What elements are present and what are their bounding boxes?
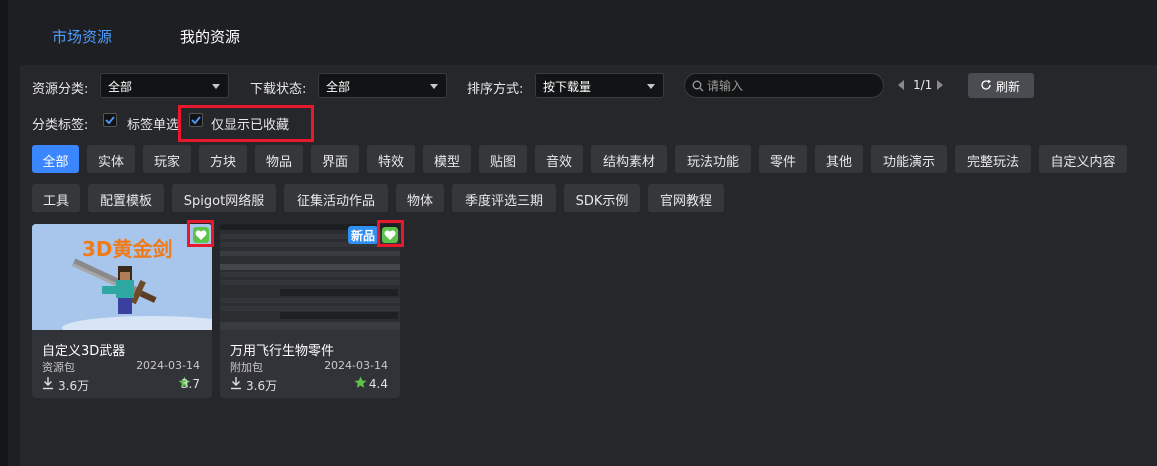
tag-chip[interactable]: 特效 [367, 145, 415, 173]
new-badge: 新品 [348, 226, 378, 244]
chevron-down-icon [212, 84, 220, 89]
tag-chip[interactable]: Spigot网络服 [172, 184, 276, 212]
download-status-label: 下载状态: [250, 82, 307, 97]
category-filter-label: 资源分类: [32, 82, 89, 97]
tag-chip[interactable]: 物体 [396, 184, 444, 212]
card-title: 万用飞行生物零件 [230, 344, 335, 359]
refresh-button[interactable]: 刷新 [968, 73, 1034, 98]
card-date: 2024-03-14 [136, 359, 200, 372]
highlight-box [187, 220, 214, 247]
download-status-select[interactable]: 全部 [318, 73, 447, 98]
page-indicator: 1/1 [913, 78, 933, 92]
chevron-down-icon [647, 84, 655, 89]
refresh-button-label: 刷新 [996, 80, 1021, 94]
card-rating: 3.7 [180, 377, 200, 391]
download-icon [43, 377, 53, 390]
tag-chip[interactable]: 自定义内容 [1039, 145, 1127, 173]
card-downloads: 3.6万 [58, 379, 90, 393]
prev-page-icon[interactable] [898, 80, 904, 90]
resource-card[interactable]: 万用飞行生物零件 附加包 2024-03-14 3.6万 4.4 [220, 224, 400, 398]
tag-chip[interactable]: 实体 [87, 145, 135, 173]
tab-market-resources[interactable]: 市场资源 [52, 26, 112, 47]
search-input[interactable] [707, 78, 877, 94]
tag-chip[interactable]: 完整玩法 [955, 145, 1031, 173]
card-downloads: 3.6万 [246, 379, 278, 393]
tag-chip[interactable]: 季度评选三期 [452, 184, 556, 212]
tag-chip[interactable]: 其他 [815, 145, 863, 173]
tag-chip[interactable]: 物品 [255, 145, 303, 173]
tag-chip[interactable]: 模型 [423, 145, 471, 173]
tag-chip[interactable]: 工具 [32, 184, 80, 212]
tag-chip[interactable]: 玩家 [143, 145, 191, 173]
tag-chip[interactable]: 界面 [311, 145, 359, 173]
card-type: 附加包 [230, 361, 263, 374]
resource-card[interactable]: 3D黄金剑 自定义3D武器 资源包 2024-03-14 3.6万 3.7 [32, 224, 212, 398]
sort-select-value: 按下载量 [543, 80, 592, 94]
tags-label: 分类标签: [32, 118, 89, 133]
card-rating: 4.4 [368, 377, 388, 391]
tag-chip[interactable]: 音效 [535, 145, 583, 173]
card-date: 2024-03-14 [324, 359, 388, 372]
card-type: 资源包 [42, 361, 75, 374]
tag-chip[interactable]: 官网教程 [648, 184, 724, 212]
tab-my-resources[interactable]: 我的资源 [180, 26, 240, 47]
sort-select[interactable]: 按下载量 [535, 73, 664, 98]
category-select[interactable]: 全部 [100, 73, 229, 98]
single-select-checkbox[interactable] [103, 113, 117, 127]
star-icon [354, 376, 367, 388]
search-icon [692, 80, 704, 92]
checkmark-icon [105, 116, 115, 125]
tag-chip[interactable]: 玩法功能 [675, 145, 751, 173]
thumbnail-caption: 3D黄金剑 [82, 237, 173, 261]
tag-chip[interactable]: 零件 [759, 145, 807, 173]
tag-chip[interactable]: 征集活动作品 [284, 184, 388, 212]
tag-chip[interactable]: 功能演示 [871, 145, 947, 173]
tag-chip[interactable]: SDK示例 [564, 184, 640, 212]
tag-chip[interactable]: 全部 [32, 145, 79, 173]
download-status-value: 全部 [326, 80, 351, 94]
chevron-down-icon [430, 84, 438, 89]
category-select-value: 全部 [108, 80, 133, 94]
tag-chip[interactable]: 配置模板 [88, 184, 164, 212]
sort-label: 排序方式: [467, 82, 524, 97]
top-tab-bar [0, 0, 1157, 64]
tag-chip[interactable]: 贴图 [479, 145, 527, 173]
search-box[interactable] [684, 73, 884, 98]
card-thumbnail: 3D黄金剑 [32, 224, 212, 330]
next-page-icon[interactable] [937, 80, 943, 90]
highlight-box [178, 105, 314, 142]
card-title: 自定义3D武器 [42, 344, 126, 359]
window-edge [0, 0, 8, 466]
refresh-icon [981, 79, 991, 90]
single-select-label: 标签单选 [127, 118, 180, 133]
download-icon [231, 377, 241, 390]
highlight-box [377, 220, 404, 247]
tag-chip[interactable]: 方块 [199, 145, 247, 173]
tag-chip[interactable]: 结构素材 [591, 145, 667, 173]
